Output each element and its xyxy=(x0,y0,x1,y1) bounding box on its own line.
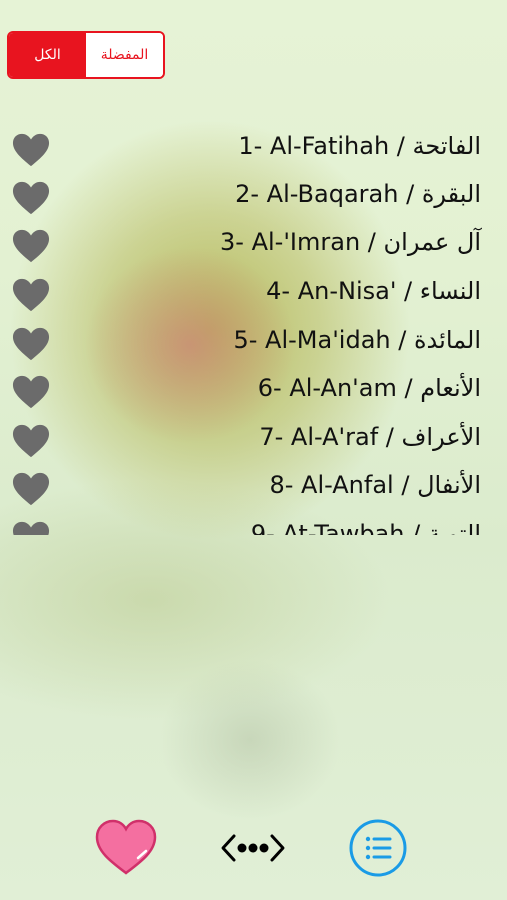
surah-title: 9- At-Tawbah / التوبة xyxy=(250,520,481,535)
segment-all[interactable]: الكل xyxy=(9,33,86,77)
list-item[interactable]: 7- Al-A'raf / الأعراف xyxy=(0,413,507,461)
heart-icon[interactable] xyxy=(12,374,50,410)
surah-list[interactable]: 1- Al-Fatihah / الفاتحة 2- Al-Baqarah / … xyxy=(0,120,507,535)
surah-title: 4- An-Nisa' / النساء xyxy=(266,277,481,305)
surah-title: 7- Al-A'raf / الأعراف xyxy=(259,423,481,451)
heart-icon[interactable] xyxy=(12,471,50,507)
heart-icon[interactable] xyxy=(12,180,50,216)
heart-icon[interactable] xyxy=(12,277,50,313)
favorites-heart-button[interactable] xyxy=(94,818,158,876)
heart-icon[interactable] xyxy=(12,228,50,264)
heart-icon[interactable] xyxy=(12,132,50,168)
heart-icon[interactable] xyxy=(12,423,50,459)
list-item[interactable]: 4- An-Nisa' / النساء xyxy=(0,267,507,315)
surah-title: 8- Al-Anfal / الأنفال xyxy=(269,471,481,499)
surah-title: 2- Al-Baqarah / البقرة xyxy=(235,180,481,208)
list-item[interactable]: 2- Al-Baqarah / البقرة xyxy=(0,170,507,218)
list-item[interactable]: 3- Al-'Imran / آل عمران xyxy=(0,218,507,266)
list-item[interactable]: 1- Al-Fatihah / الفاتحة xyxy=(0,122,507,170)
list-item[interactable]: 6- Al-An'am / الأنعام xyxy=(0,364,507,412)
heart-icon[interactable] xyxy=(12,326,50,362)
surah-title: 6- Al-An'am / الأنعام xyxy=(257,374,481,402)
surah-title: 5- Al-Ma'idah / المائدة xyxy=(233,326,481,354)
list-icon[interactable] xyxy=(348,818,408,878)
surah-title: 1- Al-Fatihah / الفاتحة xyxy=(238,132,481,160)
list-item[interactable]: 9- At-Tawbah / التوبة xyxy=(0,510,507,535)
segment-favorites[interactable]: المفضلة xyxy=(86,33,163,77)
code-share-icon[interactable] xyxy=(220,826,286,870)
list-item[interactable]: 5- Al-Ma'idah / المائدة xyxy=(0,316,507,364)
surah-title: 3- Al-'Imran / آل عمران xyxy=(220,228,481,256)
list-item[interactable]: 8- Al-Anfal / الأنفال xyxy=(0,461,507,509)
heart-icon[interactable] xyxy=(12,520,50,535)
filter-segmented-control: الكل المفضلة xyxy=(7,31,165,79)
